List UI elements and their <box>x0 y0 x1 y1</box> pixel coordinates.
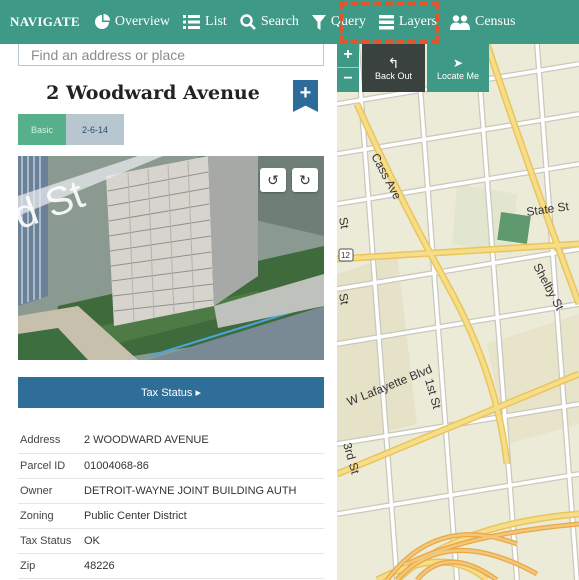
zoom-control: + − <box>337 44 359 92</box>
table-row: Owner DETROIT-WAYNE JOINT BUILDING AUTH <box>18 478 324 503</box>
table-row: Parcel ID 01004068-86 <box>18 453 324 478</box>
table-row: Tax Status OK <box>18 528 324 553</box>
nav-layers-label: Layers <box>398 14 437 29</box>
nav-list[interactable]: List <box>183 14 227 30</box>
aerial-building-photo: d St ↺ ↻ <box>18 156 324 360</box>
field-value: 01004068-86 <box>84 459 149 472</box>
rotate-right-button[interactable]: ↻ <box>292 168 318 192</box>
field-value: OK <box>84 534 100 547</box>
nav-query[interactable]: Query <box>311 14 366 30</box>
rotate-right-icon: ↻ <box>299 171 311 188</box>
pie-chart-icon <box>94 14 110 29</box>
nav-query-label: Query <box>330 14 366 29</box>
field-value: 2 WOODWARD AVENUE <box>84 434 209 447</box>
table-row: Address 2 WOODWARD AVENUE <box>18 428 324 453</box>
location-arrow-icon: ➤ <box>452 56 464 70</box>
locate-me-label: Locate Me <box>436 71 480 81</box>
field-key: Tax Status <box>20 534 72 547</box>
field-value: DETROIT-WAYNE JOINT BUILDING AUTH <box>84 484 297 497</box>
top-navigation-bar: NAVIGATE Overview List Search Query Laye… <box>0 0 579 44</box>
rotate-left-icon: ↺ <box>267 171 279 188</box>
filter-funnel-icon <box>311 14 326 30</box>
nav-search[interactable]: Search <box>240 14 299 30</box>
parcel-info-table: Address 2 WOODWARD AVENUE Parcel ID 010040… <box>18 428 324 579</box>
nav-overview-label: Overview <box>114 14 171 29</box>
magnifier-icon <box>240 14 256 30</box>
field-key: Parcel ID <box>20 459 66 472</box>
list-icon <box>183 15 201 29</box>
table-row: Zoning Public Center District <box>18 503 324 528</box>
parcel-tabs: Basic 2-6-14 <box>18 114 124 145</box>
nav-census[interactable]: Census <box>450 14 515 30</box>
address-search-input[interactable] <box>18 44 324 66</box>
map-tiles: 12 Cass Ave State St Shelby St W Lafayet… <box>337 44 579 580</box>
nav-search-label: Search <box>260 14 299 29</box>
back-out-button[interactable]: ↰ Back Out <box>362 44 425 92</box>
field-value: Public Center District <box>84 509 187 522</box>
nav-census-label: Census <box>475 14 516 29</box>
people-icon <box>450 14 470 30</box>
field-key: Owner <box>20 484 53 497</box>
field-key: Address <box>20 434 61 447</box>
tax-status-button[interactable]: Tax Status ▸ <box>18 377 324 408</box>
table-row: Zip 48226 <box>18 553 324 578</box>
back-out-label: Back Out <box>374 71 412 81</box>
locate-me-button[interactable]: ➤ Locate Me <box>427 44 489 92</box>
nav-list-label: List <box>205 14 227 29</box>
nav-layers[interactable]: Layers <box>378 14 437 30</box>
tab-basic[interactable]: Basic <box>18 114 66 145</box>
nav-overview[interactable]: Overview <box>94 14 170 30</box>
zoom-in-button[interactable]: + <box>337 44 359 68</box>
tab-date[interactable]: 2-6-14 <box>66 114 124 145</box>
layers-stack-icon <box>378 14 394 29</box>
back-arrow-icon: ↰ <box>387 55 400 71</box>
bookmark-add-icon[interactable]: + <box>293 80 318 112</box>
rotate-left-button[interactable]: ↺ <box>260 168 286 192</box>
parcel-panel: 2 Woodward Avenue + Basic 2-6-14 <box>0 44 337 580</box>
route-shield-label: 12 <box>341 251 350 260</box>
parcel-title: 2 Woodward Avenue <box>46 82 260 104</box>
field-value: 48226 <box>84 559 115 572</box>
field-key: Zip <box>20 559 36 572</box>
nav-title: NAVIGATE <box>10 14 80 29</box>
map-view[interactable]: 12 Cass Ave State St Shelby St W Lafayet… <box>337 44 579 580</box>
field-key: Zoning <box>20 509 54 522</box>
zoom-out-button[interactable]: − <box>337 68 359 92</box>
